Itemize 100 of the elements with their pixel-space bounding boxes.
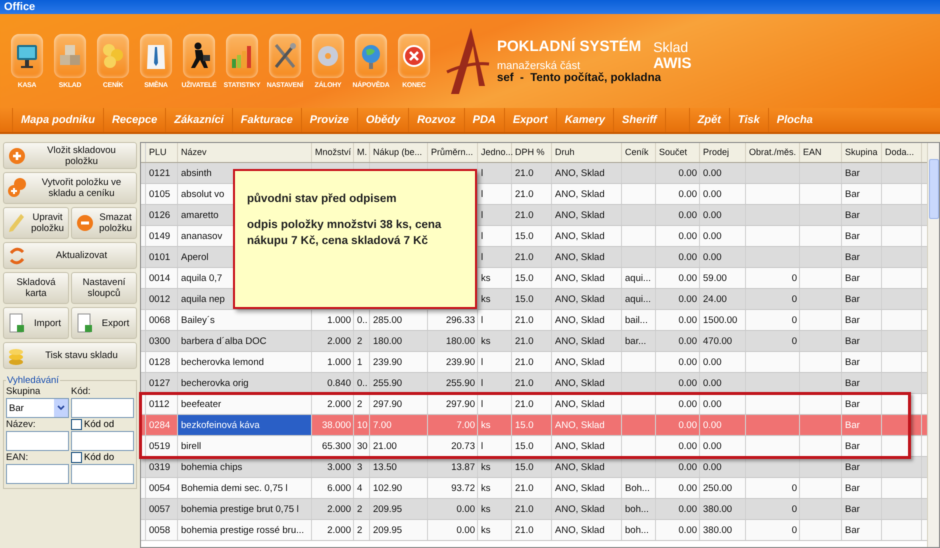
group-select[interactable]: Bar — [6, 398, 69, 418]
action-button[interactable]: Tisk stavu skladu — [3, 342, 137, 369]
table-cell: Bar — [842, 289, 882, 309]
column-header[interactable]: PLU — [146, 143, 178, 162]
table-cell: 0 — [746, 268, 800, 288]
table-cell: becherovka orig — [178, 373, 312, 393]
table-cell: 285.00 — [370, 310, 428, 330]
table-cell: beefeater — [178, 394, 312, 414]
table-cell: bezkofeinová káva — [178, 415, 312, 435]
column-header[interactable]: Doda... — [882, 143, 922, 162]
column-header[interactable]: Skupina — [842, 143, 882, 162]
table-cell: bail... — [622, 310, 656, 330]
column-header[interactable]: Jedno... — [478, 143, 512, 162]
code-to-checkbox[interactable]: Kód do — [71, 452, 134, 463]
table-row[interactable]: 0300 barbera d´alba DOC 2.000 2 180.00 180.00 ks 21.0 ANO, Sklad bar... 0.00 470.00 0 Bar — [141, 331, 927, 352]
table-cell: 0112 — [146, 394, 178, 414]
table-row[interactable]: 0284 bezkofeinová káva 38.000 10 7.00 7.00 ks 15.0 ANO, Sklad 0.00 0.00 Bar — [141, 415, 927, 436]
table-cell: ks — [478, 478, 512, 498]
table-cell: 15.0 — [512, 415, 552, 435]
table-row[interactable]: 0519 birell 65.300 30 21.00 20.73 l 15.0 ANO, Sklad 0.00 0.00 Bar — [141, 436, 927, 457]
table-cell: ANO, Sklad — [552, 499, 622, 519]
table-cell: Bar — [842, 352, 882, 372]
table-row[interactable]: 0319 bohemia chips 3.000 3 13.50 13.87 ks 15.0 ANO, Sklad 0.00 0.00 Bar — [141, 457, 927, 478]
action-button[interactable]: Smazat položku — [71, 207, 137, 239]
table-cell: 0.00 — [656, 163, 700, 183]
table-cell: 239.90 — [428, 352, 478, 372]
action-button[interactable]: Nastavení sloupců — [71, 272, 137, 304]
table-cell: ks — [478, 331, 512, 351]
table-cell: Bar — [842, 268, 882, 288]
table-cell: 297.90 — [370, 394, 428, 414]
column-header[interactable]: Prodej — [700, 143, 746, 162]
table-cell: 0 — [746, 499, 800, 519]
column-header[interactable]: Nákup (be... — [370, 143, 428, 162]
table-cell: 0.00 — [700, 373, 746, 393]
action-button[interactable]: Vytvořit položku ve skladu a ceníku — [3, 172, 137, 204]
table-cell: boh... — [622, 499, 656, 519]
table-cell: 0 — [746, 478, 800, 498]
table-cell: ANO, Sklad — [552, 352, 622, 372]
table-cell: 21.00 — [370, 436, 428, 456]
table-row[interactable]: 0058 bohemia prestige rossé bru... 2.000 2 209.95 0.00 ks 21.0 ANO, Sklad boh... 0.00 380.00 0 Bar — [141, 520, 927, 541]
column-header[interactable]: Ceník — [622, 143, 656, 162]
column-header[interactable]: Druh — [552, 143, 622, 162]
table-cell: 0.00 — [656, 520, 700, 540]
column-header[interactable]: M. — [354, 143, 370, 162]
field-label: Kód: — [71, 386, 92, 397]
column-header[interactable]: Obrat./měs. — [746, 143, 800, 162]
window-title: Office — [4, 1, 36, 13]
table-row[interactable]: 0057 bohemia prestige brut 0,75 l 2.000 2 209.95 0.00 ks 21.0 ANO, Sklad boh... 0.00 380.00 0 Bar — [141, 499, 927, 520]
table-row[interactable]: 0127 becherovka orig 0.840 0.. 255.90 255.90 l 21.0 ANO, Sklad 0.00 0.00 Bar — [141, 373, 927, 394]
table-row[interactable]: 0068 Bailey´s 1.000 0.. 285.00 296.33 l 21.0 ANO, Sklad bail... 0.00 1500.00 0 Bar — [141, 310, 927, 331]
table-cell: 38.000 — [312, 415, 354, 435]
action-button[interactable]: Import — [3, 307, 69, 339]
table-cell: 297.90 — [428, 394, 478, 414]
action-button[interactable]: Vložit skladovou položku — [3, 142, 137, 169]
table-cell: 0.00 — [656, 184, 700, 204]
table-cell: Bar — [842, 205, 882, 225]
table-cell: 0.00 — [700, 247, 746, 267]
table-cell: birell — [178, 436, 312, 456]
table-cell: 1500.00 — [700, 310, 746, 330]
table-cell: Bar — [842, 415, 882, 435]
action-button[interactable]: Upravit položku — [3, 207, 69, 239]
table-cell: 1.000 — [312, 310, 354, 330]
table-cell: 2.000 — [312, 499, 354, 519]
table-cell: 59.00 — [700, 268, 746, 288]
table-cell: 0 — [746, 331, 800, 351]
table-cell: 15.0 — [512, 289, 552, 309]
table-cell: ANO, Sklad — [552, 415, 622, 435]
table-cell: 2.000 — [312, 520, 354, 540]
action-button[interactable]: Aktualizovat — [3, 242, 137, 269]
column-header[interactable]: EAN — [800, 143, 842, 162]
column-header[interactable]: DPH % — [512, 143, 552, 162]
table-row[interactable]: 0128 becherovka lemond 1.000 1 239.90 239.90 l 21.0 ANO, Sklad 0.00 0.00 Bar — [141, 352, 927, 373]
table-cell: 255.90 — [428, 373, 478, 393]
table-cell: ks — [478, 457, 512, 477]
table-cell: ANO, Sklad — [552, 457, 622, 477]
table-row[interactable]: 0054 Bohemia demi sec. 0,75 l 6.000 4 102.90 93.72 ks 21.0 ANO, Sklad Boh... 0.00 250.00 0 Bar — [141, 478, 927, 499]
table-cell: 3 — [354, 457, 370, 477]
column-header[interactable]: Součet — [656, 143, 700, 162]
table-cell: 470.00 — [700, 331, 746, 351]
field-label: Skupina — [6, 386, 42, 397]
column-header[interactable]: Název — [178, 143, 312, 162]
table-cell: 2.000 — [312, 331, 354, 351]
table-cell: l — [478, 247, 512, 267]
table-cell: 21.0 — [512, 373, 552, 393]
table-cell: 21.0 — [512, 394, 552, 414]
column-header[interactable]: Průměrn... — [428, 143, 478, 162]
table-cell: 250.00 — [700, 478, 746, 498]
table-row[interactable]: 0112 beefeater 2.000 2 297.90 297.90 l 21.0 ANO, Sklad 0.00 0.00 Bar — [141, 394, 927, 415]
table-cell: 24.00 — [700, 289, 746, 309]
table-cell: l — [478, 373, 512, 393]
action-button[interactable]: Skladová karta — [3, 272, 69, 304]
table-cell: 0.00 — [656, 247, 700, 267]
column-header[interactable]: Množství — [312, 143, 354, 162]
table-cell: Bar — [842, 478, 882, 498]
brand-subtitle: manažerská část — [497, 60, 582, 72]
action-button[interactable]: Export — [71, 307, 137, 339]
table-cell: 21.0 — [512, 478, 552, 498]
table-cell: ANO, Sklad — [552, 205, 622, 225]
code-from-checkbox[interactable]: Kód od — [71, 419, 134, 430]
table-cell: Bar — [842, 226, 882, 246]
